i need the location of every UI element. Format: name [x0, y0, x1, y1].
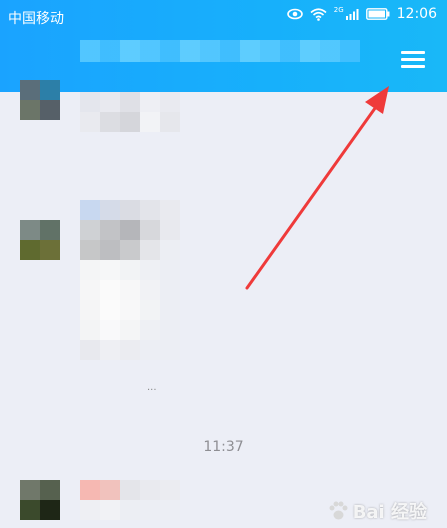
- avatar[interactable]: [20, 480, 60, 520]
- status-bar: 中国移动 2G 12:06: [0, 0, 447, 32]
- message-bubble-pixelated: [80, 92, 180, 132]
- status-clock: 12:06: [396, 6, 437, 22]
- avatar[interactable]: [20, 220, 60, 260]
- baidu-paw-icon: [329, 501, 348, 520]
- chat-title-pixelated: [80, 40, 360, 62]
- signal-icon: [345, 9, 359, 20]
- carrier-name: 中国移动: [8, 11, 64, 27]
- message-bubble-pixelated: [80, 480, 180, 520]
- message-bubble-pixelated: [80, 200, 180, 360]
- watermark: Bai 经验: [327, 498, 427, 524]
- network-type: 2G: [333, 6, 344, 14]
- chat-area[interactable]: ... 11:37: [0, 80, 447, 528]
- ellipsis: ...: [147, 382, 157, 393]
- top-bar: 中国移动 2G 12:06: [0, 0, 447, 92]
- watermark-text: Bai 经验: [352, 502, 427, 523]
- hamburger-menu-icon[interactable]: [401, 46, 427, 72]
- wifi-icon: [310, 7, 327, 21]
- message-timestamp: 11:37: [203, 439, 244, 455]
- battery-icon: [365, 8, 390, 20]
- eye-icon: [286, 8, 303, 20]
- avatar[interactable]: [20, 80, 60, 120]
- status-icons: 2G 12:06: [286, 6, 437, 22]
